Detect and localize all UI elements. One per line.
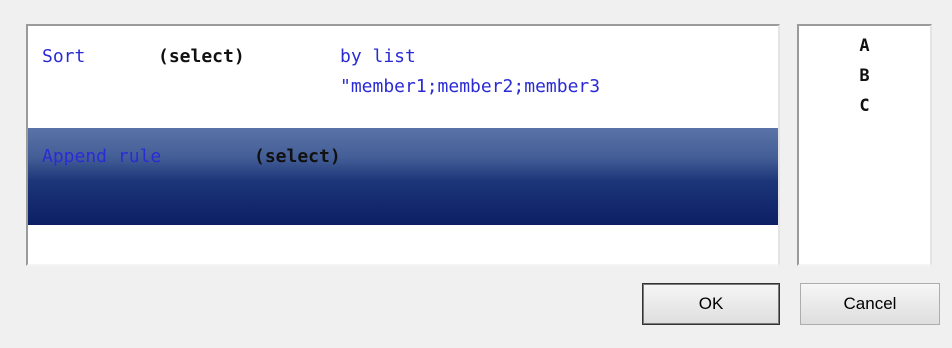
rules-editor-panel[interactable]: Sort (select) by list "member1;member2;m…: [26, 24, 780, 266]
rule-keyword[interactable]: Sort: [42, 42, 85, 72]
rule-selector[interactable]: (select): [158, 42, 245, 72]
rule-value[interactable]: "member1;member2;member3: [340, 72, 600, 102]
list-item[interactable]: A: [799, 32, 930, 60]
rule-keyword[interactable]: Append rule: [42, 142, 161, 172]
rule-row-sort[interactable]: Sort (select) by list "member1;member2;m…: [28, 42, 778, 104]
value-list-panel[interactable]: A B C: [797, 24, 932, 266]
list-item[interactable]: B: [799, 62, 930, 90]
ok-button[interactable]: OK: [642, 283, 780, 325]
cancel-button[interactable]: Cancel: [800, 283, 940, 325]
rule-selector[interactable]: (select): [254, 142, 341, 172]
rule-row-append-selected[interactable]: Append rule (select): [28, 128, 778, 225]
rule-option[interactable]: by list: [340, 42, 416, 72]
list-item[interactable]: C: [799, 92, 930, 120]
